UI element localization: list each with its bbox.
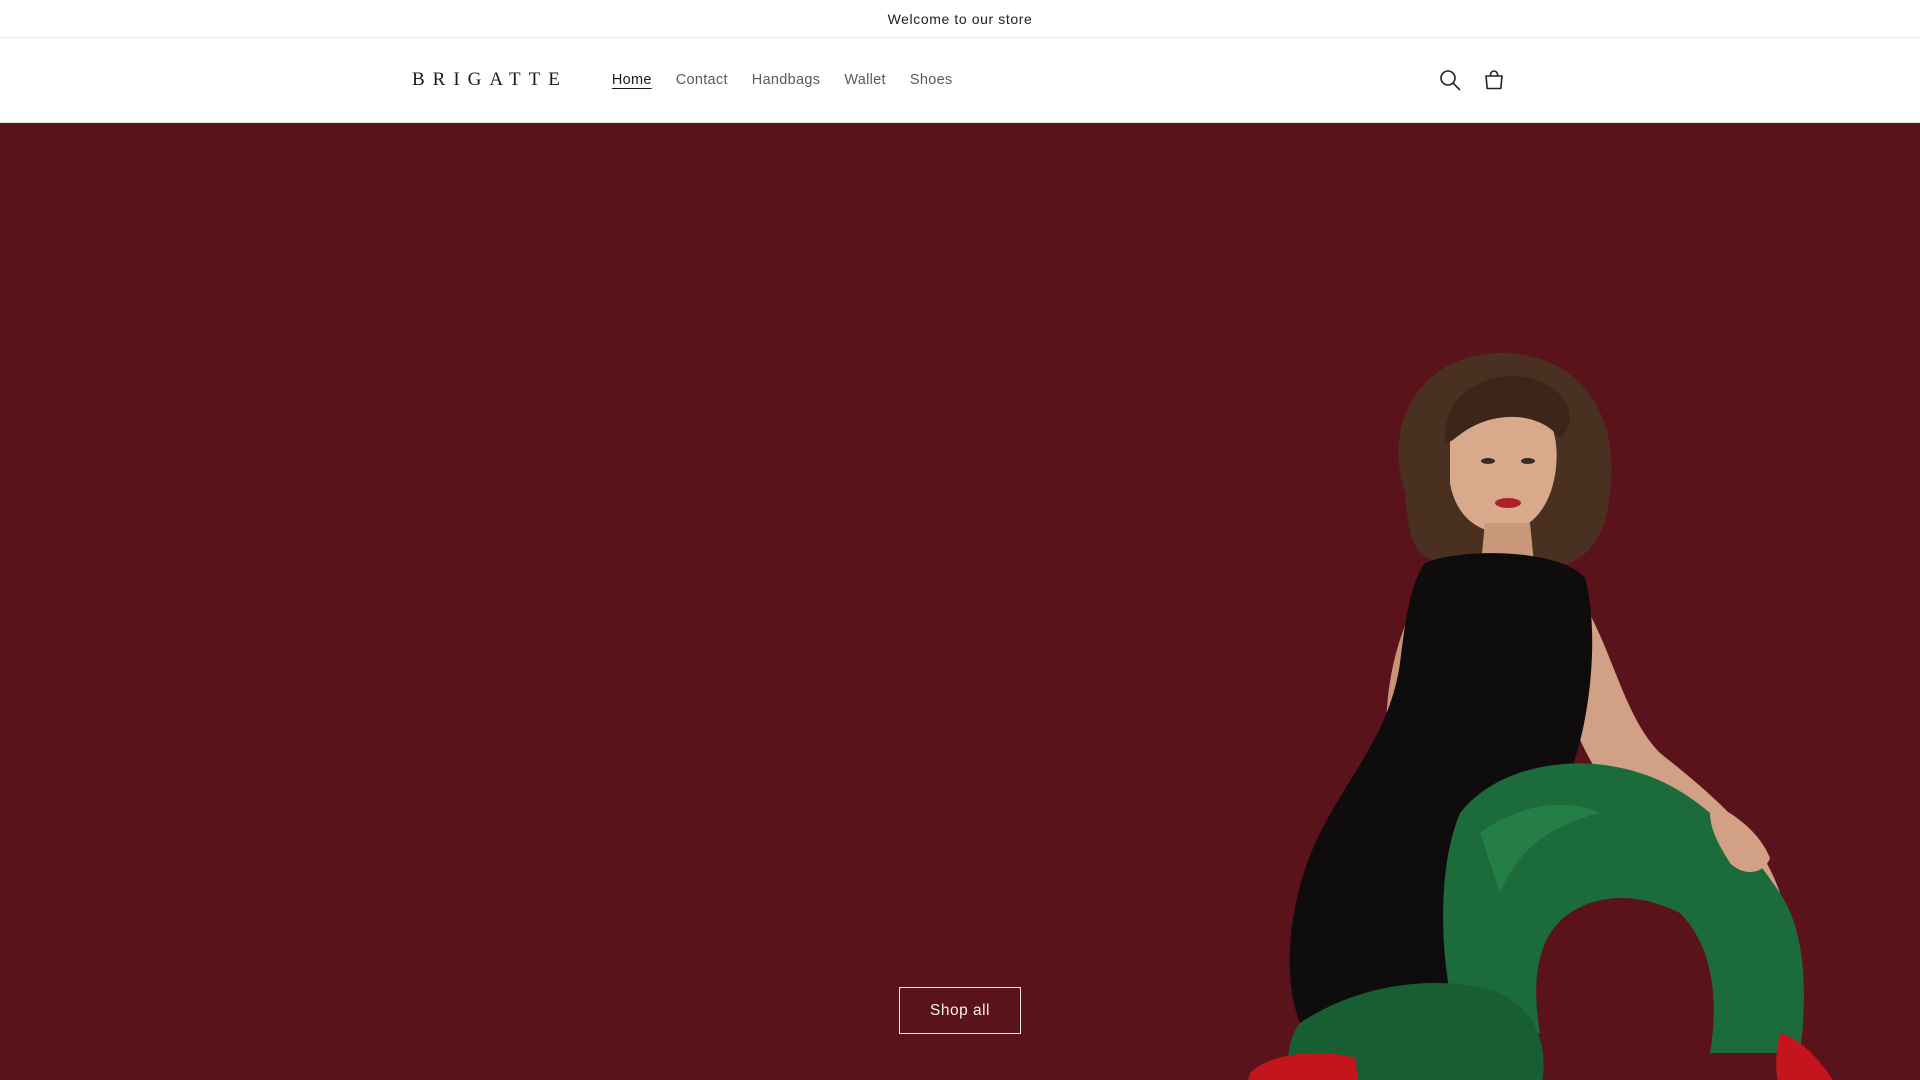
search-icon[interactable] xyxy=(1438,68,1462,92)
header-icons xyxy=(1438,68,1506,92)
nav-home[interactable]: Home xyxy=(600,72,664,88)
shop-all-button[interactable]: Shop all xyxy=(899,987,1021,1034)
hero-model-image xyxy=(1248,353,1833,1080)
model-shoe-right xyxy=(1776,1033,1833,1080)
nav-shoes[interactable]: Shoes xyxy=(898,72,965,88)
site-header: BRIGATTE Home Contact Handbags Wallet Sh… xyxy=(0,38,1920,123)
store-logo[interactable]: BRIGATTE xyxy=(412,69,568,91)
nav-contact[interactable]: Contact xyxy=(664,72,740,88)
announcement-text: Welcome to our store xyxy=(887,10,1033,27)
cart-icon[interactable] xyxy=(1482,68,1506,92)
nav-wallet[interactable]: Wallet xyxy=(832,72,898,88)
nav-handbags[interactable]: Handbags xyxy=(740,72,833,88)
main-nav: Home Contact Handbags Wallet Shoes xyxy=(600,72,965,88)
announcement-bar: Welcome to our store xyxy=(0,0,1920,38)
hero-banner: Shop all xyxy=(0,123,1920,1080)
model-shoe-left xyxy=(1248,1053,1359,1080)
